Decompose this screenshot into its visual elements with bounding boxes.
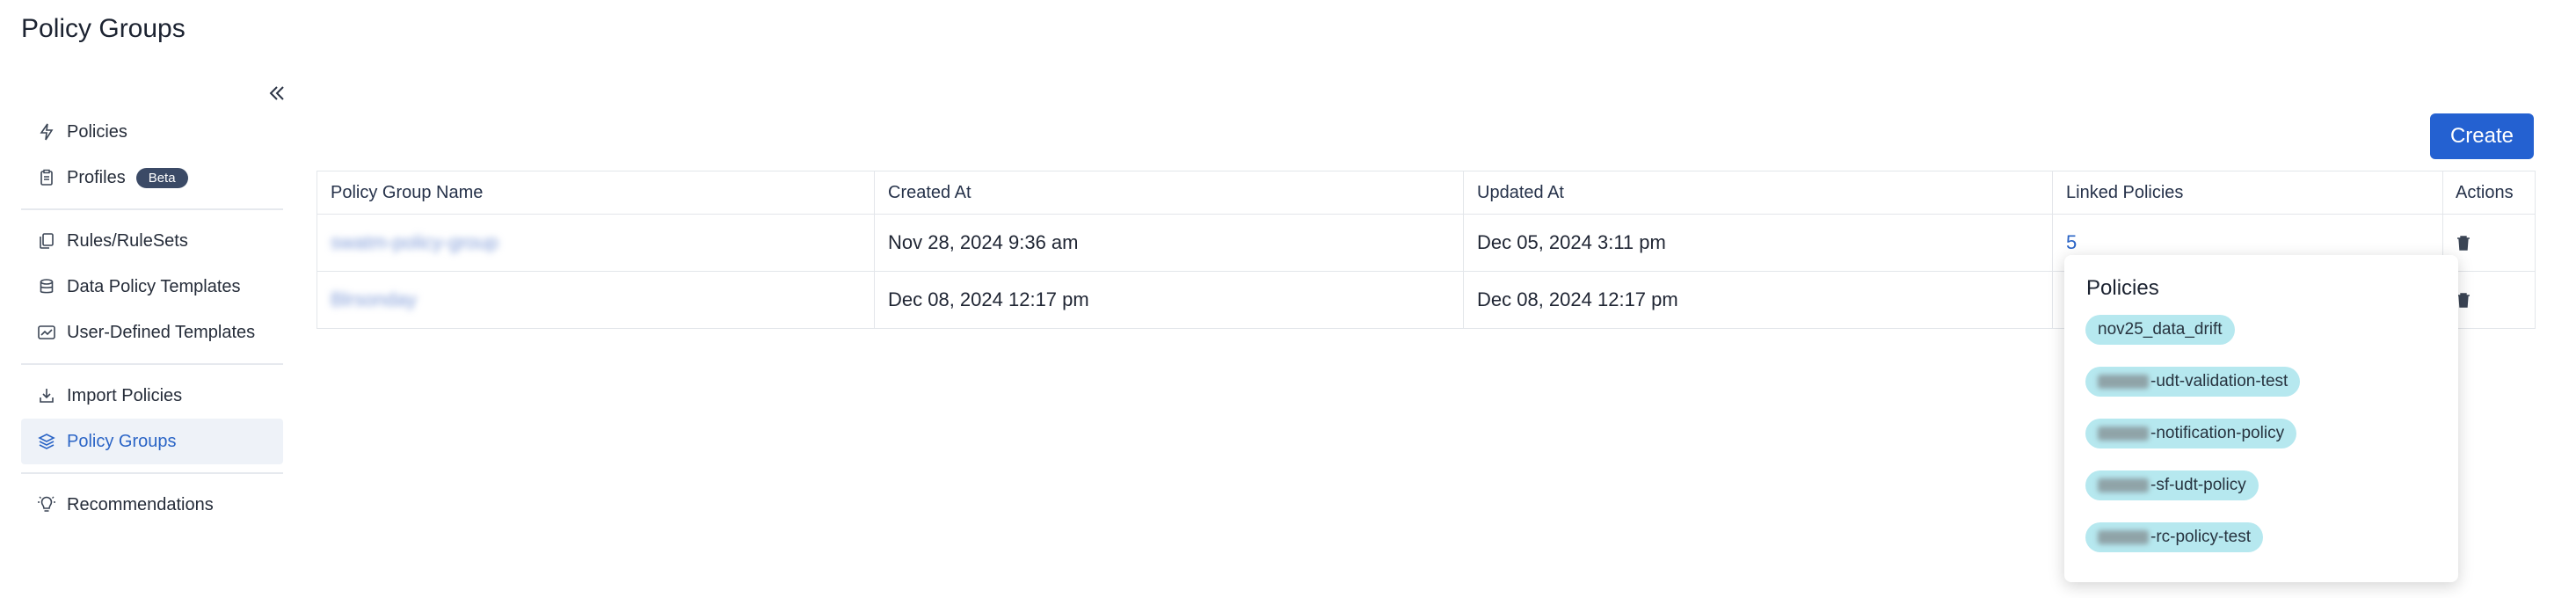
- redacted-prefix: [2098, 478, 2149, 492]
- import-icon: [37, 386, 56, 405]
- policy-group-name[interactable]: swatm-policy-group: [331, 231, 498, 254]
- sidebar-item-label: Recommendations: [67, 494, 214, 514]
- delete-icon[interactable]: [2456, 234, 2471, 252]
- sidebar-item-user-defined-templates[interactable]: User-Defined Templates: [21, 310, 283, 355]
- policy-tag-label: nov25_data_drift: [2098, 320, 2223, 339]
- divider: [21, 208, 283, 210]
- policy-group-name[interactable]: Blrsonday: [331, 288, 417, 311]
- linked-policies-popover: Policies nov25_data_drift -udt-validatio…: [2064, 255, 2458, 582]
- sidebar-item-import-policies[interactable]: Import Policies: [21, 373, 283, 419]
- create-button[interactable]: Create: [2430, 113, 2534, 159]
- redacted-prefix: [2098, 374, 2149, 389]
- updated-at: Dec 08, 2024 12:17 pm: [1464, 272, 2053, 328]
- sidebar-item-recommendations[interactable]: Recommendations: [21, 482, 283, 528]
- column-header[interactable]: Updated At: [1464, 171, 2053, 214]
- database-icon: [37, 277, 56, 296]
- created-at: Nov 28, 2024 9:36 am: [875, 215, 1464, 271]
- divider: [21, 472, 283, 474]
- sidebar-item-policies[interactable]: Policies: [21, 109, 283, 155]
- sidebar-item-data-policy-templates[interactable]: Data Policy Templates: [21, 264, 283, 310]
- sidebar-item-label: Policies: [67, 121, 127, 142]
- copy-icon: [37, 231, 56, 251]
- policy-tag[interactable]: -udt-validation-test: [2085, 367, 2301, 397]
- linked-policies-count[interactable]: 5: [2066, 231, 2077, 254]
- chart-template-icon: [37, 323, 56, 342]
- column-header[interactable]: Created At: [875, 171, 1464, 214]
- sidebar-item-label: Data Policy Templates: [67, 276, 241, 296]
- sidebar: Policies Profiles Beta Rules/RuleSets Da…: [21, 109, 283, 528]
- sidebar-item-label: User-Defined Templates: [67, 322, 256, 342]
- clipboard-icon: [37, 168, 56, 187]
- policy-tag[interactable]: -rc-policy-test: [2085, 522, 2264, 552]
- sidebar-item-label: Policy Groups: [67, 431, 177, 451]
- policy-tag-label: -udt-validation-test: [2150, 372, 2289, 390]
- sidebar-item-label: Profiles: [67, 167, 126, 187]
- sidebar-item-label: Import Policies: [67, 385, 183, 405]
- redacted-prefix: [2098, 529, 2149, 544]
- policy-tag[interactable]: nov25_data_drift: [2085, 315, 2235, 345]
- sidebar-item-profiles[interactable]: Profiles Beta: [21, 155, 283, 201]
- column-header: Actions: [2456, 182, 2514, 202]
- popover-title: Policies: [2086, 276, 2159, 300]
- column-header[interactable]: Policy Group Name: [317, 171, 875, 214]
- policy-tag-label: -notification-policy: [2150, 424, 2285, 442]
- page-title: Policy Groups: [21, 14, 186, 43]
- layers-icon: [37, 432, 56, 451]
- redacted-prefix: [2098, 426, 2149, 441]
- column-header[interactable]: Linked Policies: [2053, 171, 2443, 214]
- policy-tag-label: -sf-udt-policy: [2150, 476, 2246, 494]
- policy-tag-label: -rc-policy-test: [2150, 528, 2252, 546]
- sidebar-item-policy-groups[interactable]: Policy Groups: [21, 419, 283, 464]
- created-at: Dec 08, 2024 12:17 pm: [875, 272, 1464, 328]
- table-header-row: Policy Group Name Created At Updated At …: [317, 171, 2535, 215]
- updated-at: Dec 05, 2024 3:11 pm: [1464, 215, 2053, 271]
- sidebar-item-rules-rulesets[interactable]: Rules/RuleSets: [21, 218, 283, 264]
- policy-tag[interactable]: -notification-policy: [2085, 419, 2297, 448]
- collapse-sidebar-icon[interactable]: [264, 81, 288, 106]
- lightbulb-icon: [37, 495, 56, 514]
- sidebar-item-label: Rules/RuleSets: [67, 230, 188, 251]
- beta-badge: Beta: [135, 167, 188, 188]
- bolt-icon: [37, 122, 56, 142]
- policy-tag[interactable]: -sf-udt-policy: [2085, 470, 2259, 500]
- divider: [21, 363, 283, 365]
